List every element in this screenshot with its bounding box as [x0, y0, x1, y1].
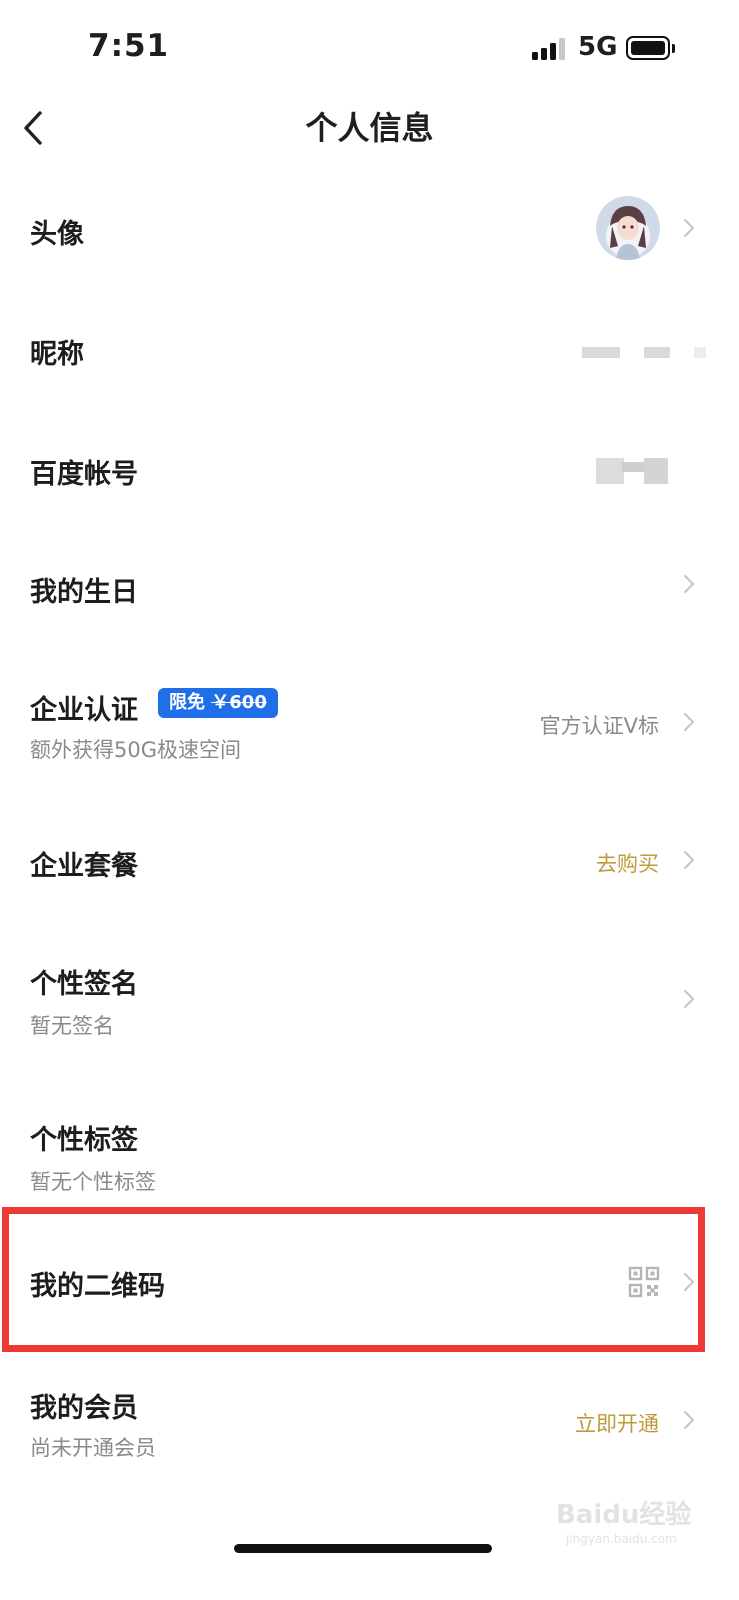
- signal-icon: [532, 38, 566, 60]
- watermark: Baidu经验: [556, 1500, 692, 1530]
- row-tags[interactable]: 个性标签 暂无个性标签: [0, 1080, 739, 1206]
- blurred-account-value: [622, 462, 646, 472]
- avatar[interactable]: [596, 196, 660, 260]
- chevron-right-icon: [684, 1273, 694, 1291]
- row-subtitle: 额外获得50G极速空间: [30, 738, 241, 762]
- row-birthday[interactable]: 我的生日: [0, 528, 739, 646]
- battery-tip: [672, 44, 675, 53]
- status-bar: 7:51 5G: [0, 0, 739, 96]
- home-indicator[interactable]: [234, 1544, 492, 1553]
- watermark-url: jingyan.baidu.com: [566, 1532, 677, 1546]
- row-label: 我的生日: [30, 577, 138, 608]
- buy-link[interactable]: 去购买: [596, 848, 659, 878]
- row-subtitle: 暂无个性标签: [30, 1170, 156, 1194]
- blurred-account-value: [644, 458, 668, 484]
- status-time: 7:51: [88, 28, 170, 64]
- row-enterprise-cert[interactable]: 企业认证 额外获得50G极速空间 官方认证V标: [0, 648, 739, 796]
- avatar-image: [596, 196, 660, 260]
- row-label: 百度帐号: [30, 459, 138, 490]
- row-membership[interactable]: 我的会员 尚未开通会员 立即开通: [0, 1360, 739, 1492]
- row-subtitle: 尚未开通会员: [30, 1436, 156, 1460]
- row-nickname[interactable]: 昵称: [0, 290, 739, 408]
- chevron-right-icon: [684, 990, 694, 1008]
- blurred-nickname-value: [582, 347, 620, 358]
- row-label: 个性签名: [30, 969, 138, 1000]
- blurred-account-value: [596, 458, 624, 484]
- network-type: 5G: [578, 32, 618, 62]
- row-label: 我的会员: [30, 1393, 138, 1424]
- chevron-right-icon: [684, 851, 694, 869]
- row-label: 企业套餐: [30, 851, 138, 882]
- row-label: 头像: [30, 219, 84, 250]
- activate-membership-link[interactable]: 立即开通: [575, 1408, 659, 1438]
- chevron-right-icon: [684, 575, 694, 593]
- page-title: 个人信息: [305, 109, 434, 147]
- chevron-right-icon: [684, 713, 694, 731]
- row-label: 企业认证: [30, 695, 138, 726]
- chevron-right-icon: [684, 1411, 694, 1429]
- row-signature[interactable]: 个性签名 暂无签名: [0, 922, 739, 1072]
- blurred-nickname-value: [694, 347, 706, 358]
- qr-code-icon: [628, 1266, 660, 1298]
- row-value: 官方认证V标: [539, 714, 659, 738]
- promo-badge-prefix: 限免: [169, 692, 205, 713]
- row-label: 个性标签: [30, 1125, 138, 1156]
- row-label: 我的二维码: [30, 1271, 165, 1302]
- row-enterprise-package[interactable]: 企业套餐 去购买: [0, 800, 739, 920]
- battery-icon: [626, 36, 670, 60]
- promo-badge-price: ￥600: [211, 692, 267, 713]
- row-label: 昵称: [30, 339, 84, 370]
- row-subtitle: 暂无签名: [30, 1014, 114, 1038]
- promo-badge: 限免 ￥600: [158, 688, 278, 718]
- blurred-nickname-value: [644, 347, 670, 358]
- chevron-right-icon: [684, 219, 694, 237]
